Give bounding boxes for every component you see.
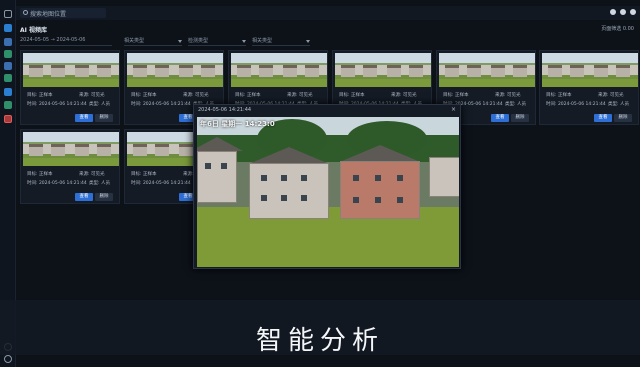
result-card[interactable]: 目标: 正样本 来源: 可见光 时间: 2024-05-06 14:21:44 … — [539, 50, 639, 125]
power-icon[interactable] — [630, 9, 636, 15]
card-source: 来源: 可见光 — [79, 93, 105, 98]
close-icon[interactable]: × — [451, 106, 456, 113]
map-icon[interactable] — [4, 50, 12, 58]
top-bar: 搜索地图位置 — [16, 6, 640, 20]
card-target: 目标: 正样本 — [131, 172, 157, 177]
globe-icon[interactable] — [4, 24, 12, 32]
building — [197, 151, 237, 203]
card-time: 时间: 2024-05-06 14:21:44 — [27, 102, 87, 107]
view-button[interactable]: 查看 — [491, 114, 509, 122]
layers-icon[interactable] — [4, 62, 12, 70]
thumbnail[interactable] — [439, 53, 535, 87]
card-time: 时间: 2024-05-06 14:21:44 — [131, 181, 191, 186]
card-time: 时间: 2024-05-06 14:21:44 — [131, 102, 191, 107]
card-target: 目标: 正样本 — [27, 93, 53, 98]
search-placeholder: 搜索地图位置 — [30, 11, 67, 18]
grid-icon[interactable] — [4, 10, 12, 18]
card-target: 目标: 正样本 — [27, 172, 53, 177]
camera-icon[interactable] — [4, 38, 12, 46]
thumbnail[interactable] — [23, 53, 119, 87]
thumbnail[interactable] — [231, 53, 327, 87]
result-card[interactable]: 目标: 正样本 来源: 可见光 时间: 2024-05-06 14:21:44 … — [20, 50, 120, 125]
card-type: 类型: 人员 — [89, 181, 110, 186]
card-target: 目标: 正样本 — [131, 93, 157, 98]
delete-button[interactable]: 删除 — [511, 114, 529, 122]
thumbnail[interactable] — [335, 53, 431, 87]
preview-image: 年6日 星期一 14:23:0 — [197, 117, 459, 267]
card-type: 类型: 人员 — [608, 102, 629, 107]
card-target: 目标: 正样本 — [443, 93, 469, 98]
settings-icon[interactable] — [4, 101, 12, 109]
chart-icon[interactable] — [4, 74, 12, 82]
card-source: 来源: 可见光 — [287, 93, 313, 98]
ai-library-icon[interactable] — [4, 115, 12, 123]
filter-select-2[interactable]: 检测类型 — [188, 37, 246, 46]
filter-select-3[interactable]: 相关类型 — [252, 37, 310, 46]
caption-title: 智能分析 — [255, 326, 384, 356]
card-type: 类型: 人员 — [89, 102, 110, 107]
card-source: 来源: 可见光 — [183, 93, 209, 98]
card-source: 来源: 可见光 — [391, 93, 417, 98]
thumbnail[interactable] — [542, 53, 638, 87]
chevron-down-icon — [306, 40, 310, 43]
card-source: 来源: 可见光 — [598, 93, 624, 98]
view-button[interactable]: 查看 — [75, 114, 93, 122]
card-type: 类型: 人员 — [505, 102, 526, 107]
camera-osd-text: 年6日 星期一 14:23:0 — [200, 120, 275, 128]
search-icon — [23, 10, 28, 15]
card-time: 时间: 2024-05-06 14:21:44 — [27, 181, 87, 186]
card-time: 时间: 2024-05-06 14:21:44 — [546, 102, 606, 107]
card-target: 目标: 正样本 — [235, 93, 261, 98]
result-card[interactable]: 目标: 正样本 来源: 可见光 时间: 2024-05-06 14:21:44 … — [20, 129, 120, 204]
building — [429, 157, 459, 197]
view-button[interactable]: 查看 — [594, 114, 612, 122]
date-range-picker[interactable]: 2024-05-05 → 2024-05-06 — [20, 37, 112, 46]
page-title: AI 视频库 — [20, 27, 47, 34]
thumbnail[interactable] — [127, 53, 223, 87]
image-preview-modal: 2024-05-06 14:21:44 × 年6日 星期一 14:23:0 — [193, 104, 461, 269]
user-icon[interactable] — [610, 9, 616, 15]
app-frame: 搜索地图位置 AI 视频库 页面筛选 0.00 2024-05-05 → 202… — [0, 0, 640, 367]
modal-timestamp: 2024-05-06 14:21:44 — [198, 107, 252, 113]
view-button[interactable]: 查看 — [75, 193, 93, 201]
screen-filter-link[interactable]: 页面筛选 0.00 — [601, 25, 634, 32]
search-input[interactable]: 搜索地图位置 — [20, 8, 106, 18]
filter-select-1[interactable]: 相关类型 — [124, 37, 182, 46]
building — [340, 161, 420, 219]
delete-button[interactable]: 删除 — [614, 114, 632, 122]
topbar-icons — [610, 9, 636, 15]
card-target: 目标: 正样本 — [339, 93, 365, 98]
chevron-down-icon — [242, 40, 246, 43]
delete-button[interactable]: 删除 — [95, 193, 113, 201]
video-icon[interactable] — [4, 88, 12, 96]
card-source: 来源: 可见光 — [79, 172, 105, 177]
thumbnail[interactable] — [23, 132, 119, 166]
building — [249, 163, 329, 219]
chevron-down-icon — [178, 40, 182, 43]
delete-button[interactable]: 删除 — [95, 114, 113, 122]
card-source: 来源: 可见光 — [495, 93, 521, 98]
card-target: 目标: 正样本 — [546, 93, 572, 98]
status-bar — [16, 357, 640, 367]
bell-icon[interactable] — [620, 9, 626, 15]
